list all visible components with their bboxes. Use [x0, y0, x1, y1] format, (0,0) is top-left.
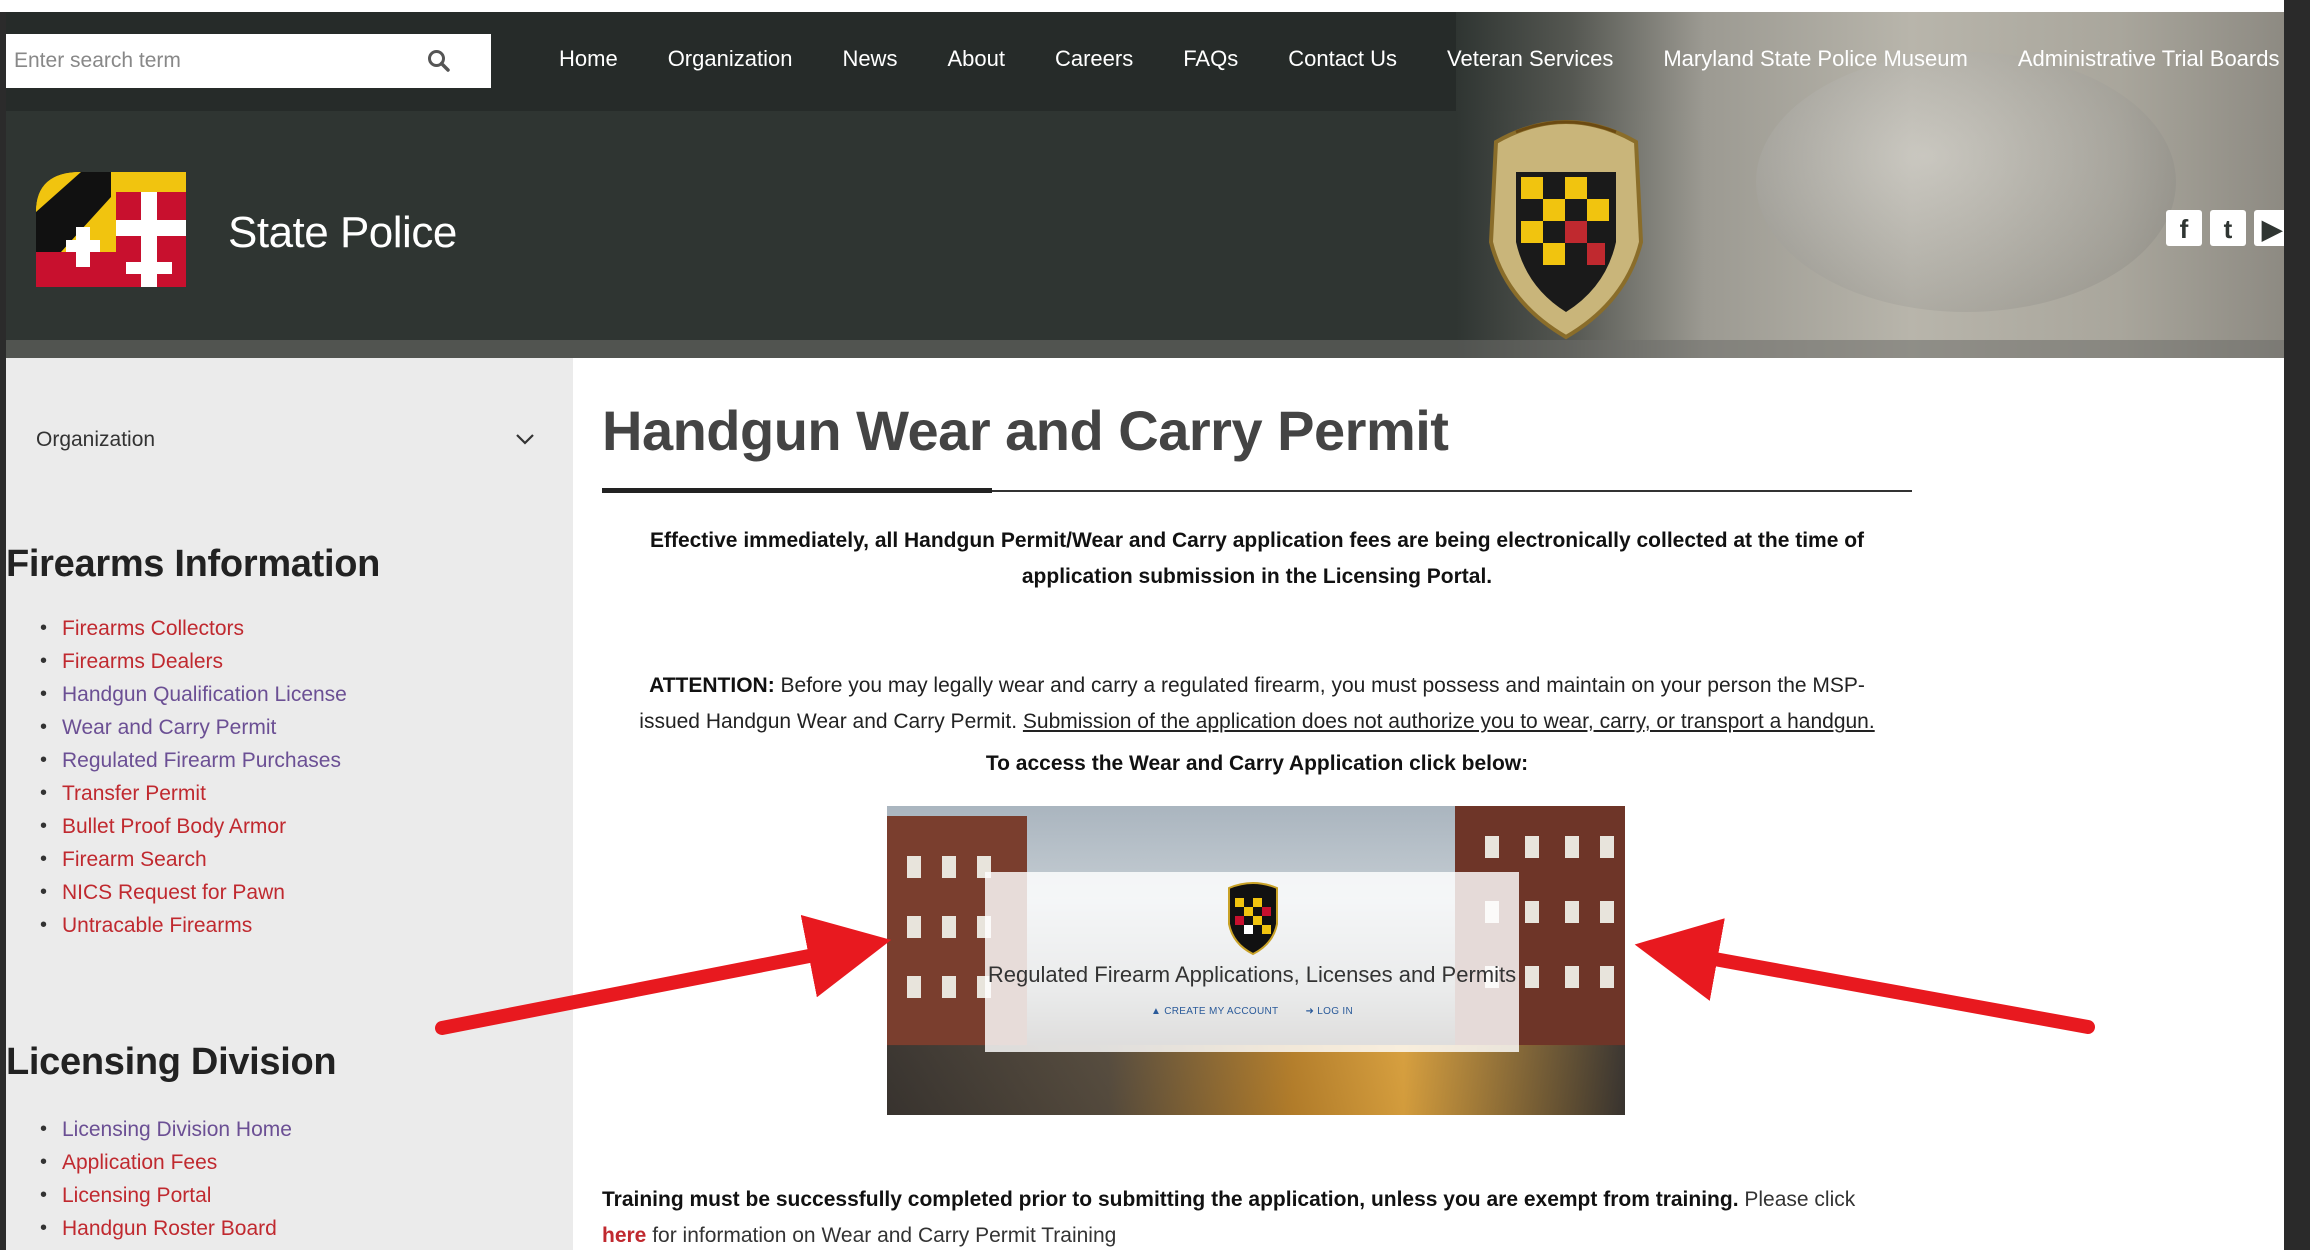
right-edge-shadow — [2284, 0, 2310, 1250]
list-item: Licensing Division Home — [40, 1113, 292, 1146]
list-item: Firearms Dealers — [40, 645, 347, 678]
list-item: Firearms Collectors — [40, 612, 347, 645]
training-here-link[interactable]: here — [602, 1224, 646, 1247]
licensing-division-heading: Licensing Division — [6, 1041, 337, 1083]
firearms-info-heading: Firearms Information — [6, 543, 381, 585]
link-licensing-portal[interactable]: Licensing Portal — [62, 1184, 211, 1207]
sidebar: Organization Firearms Information Firear… — [6, 358, 573, 1250]
organization-dropdown[interactable]: Organization — [36, 428, 536, 458]
organization-dropdown-label: Organization — [36, 428, 156, 451]
link-regulated-firearm-purchases[interactable]: Regulated Firearm Purchases — [62, 749, 341, 772]
search-input[interactable] — [6, 34, 406, 88]
twitter-icon[interactable]: t — [2210, 210, 2246, 246]
banner-road-lights — [887, 1045, 1625, 1115]
training-notice: Training must be successfully completed … — [602, 1182, 1912, 1250]
list-item: Handgun Roster Board — [40, 1212, 292, 1245]
firearms-info-list: Firearms Collectors Firearms Dealers Han… — [40, 612, 347, 942]
licensing-portal-banner-link[interactable]: Regulated Firearm Applications, Licenses… — [887, 806, 1625, 1115]
link-transfer-permit[interactable]: Transfer Permit — [62, 782, 206, 805]
maryland-flag-logo-icon[interactable] — [36, 172, 186, 287]
main-nav: Home Organization News About Careers FAQ… — [559, 46, 2279, 72]
list-item: Application Fees — [40, 1146, 292, 1179]
fee-notice-line1: Effective immediately, all Handgun Permi… — [649, 529, 1865, 552]
screenshot-frame: Home Organization News About Careers FAQ… — [0, 0, 2310, 1250]
banner-account-links: ▲ CREATE MY ACCOUNT ➜ LOG IN — [985, 1006, 1519, 1017]
link-bullet-proof-body-armor[interactable]: Bullet Proof Body Armor — [62, 815, 286, 838]
youtube-icon[interactable]: ▶ — [2254, 210, 2284, 246]
link-firearm-search[interactable]: Firearm Search — [62, 848, 207, 871]
nav-contact-us[interactable]: Contact Us — [1288, 46, 1397, 72]
attention-label: ATTENTION: — [649, 674, 775, 697]
list-item: Handgun Qualification License — [40, 678, 347, 711]
attention-text-2: issued Handgun Wear and Carry Permit. — [639, 710, 1023, 733]
police-patch-image — [1488, 120, 1644, 340]
link-handgun-qualification-license[interactable]: Handgun Qualification License — [62, 683, 347, 706]
facebook-icon[interactable]: f — [2166, 210, 2202, 246]
nav-home[interactable]: Home — [559, 46, 618, 72]
nav-administrative-trial-boards[interactable]: Administrative Trial Boards — [2018, 46, 2280, 72]
nav-careers[interactable]: Careers — [1055, 46, 1133, 72]
list-item: Transfer Permit — [40, 777, 347, 810]
banner-card: Regulated Firearm Applications, Licenses… — [985, 872, 1519, 1052]
fee-notice-line2: application submission in the Licensing … — [1021, 565, 1493, 588]
link-firearms-dealers[interactable]: Firearms Dealers — [62, 650, 223, 673]
link-firearms-collectors[interactable]: Firearms Collectors — [62, 617, 244, 640]
chevron-down-icon[interactable] — [514, 428, 536, 450]
nav-state-police-museum[interactable]: Maryland State Police Museum — [1663, 46, 1967, 72]
access-instruction: To access the Wear and Carry Application… — [985, 752, 1529, 775]
list-item: Wear and Carry Permit — [40, 711, 347, 744]
create-account-link[interactable]: ▲ CREATE MY ACCOUNT — [1151, 1006, 1278, 1017]
nav-news[interactable]: News — [842, 46, 897, 72]
fee-notice: Effective immediately, all Handgun Permi… — [602, 523, 1912, 595]
attention-notice: ATTENTION: Before you may legally wear a… — [602, 668, 1912, 740]
licensing-division-list: Licensing Division Home Application Fees… — [40, 1113, 292, 1245]
nav-organization[interactable]: Organization — [668, 46, 793, 72]
list-item: Licensing Portal — [40, 1179, 292, 1212]
list-item: Untracable Firearms — [40, 909, 347, 942]
title-divider-accent — [602, 488, 992, 493]
msp-shield-icon — [1228, 882, 1278, 956]
login-link[interactable]: ➜ LOG IN — [1306, 1006, 1353, 1017]
page-title: Handgun Wear and Carry Permit — [602, 399, 1449, 462]
attention-text-1: Before you may legally wear and carry a … — [774, 674, 1865, 697]
link-application-fees[interactable]: Application Fees — [62, 1151, 217, 1174]
list-item: NICS Request for Pawn — [40, 876, 347, 909]
header-bottom-strip — [6, 340, 2284, 358]
attention-underlined-text: Submission of the application does not a… — [1022, 710, 1875, 733]
nav-about[interactable]: About — [947, 46, 1005, 72]
link-untracable-firearms[interactable]: Untracable Firearms — [62, 914, 252, 937]
nav-veteran-services[interactable]: Veteran Services — [1447, 46, 1613, 72]
banner-title: Regulated Firearm Applications, Licenses… — [987, 962, 1517, 987]
list-item: Bullet Proof Body Armor — [40, 810, 347, 843]
site-header: Home Organization News About Careers FAQ… — [6, 12, 2284, 358]
list-item: Regulated Firearm Purchases — [40, 744, 347, 777]
link-handgun-roster-board[interactable]: Handgun Roster Board — [62, 1217, 277, 1240]
search-icon[interactable] — [426, 48, 452, 74]
training-text-2: for information on Wear and Carry Permit… — [646, 1224, 1117, 1247]
social-links: f t ▶ — [2166, 210, 2284, 246]
link-licensing-division-home[interactable]: Licensing Division Home — [62, 1118, 292, 1141]
nav-faqs[interactable]: FAQs — [1183, 46, 1238, 72]
top-border — [0, 0, 2284, 12]
search-box — [6, 34, 491, 88]
list-item: Firearm Search — [40, 843, 347, 876]
training-text: Please click — [1738, 1188, 1856, 1211]
browser-page: Home Organization News About Careers FAQ… — [6, 12, 2284, 1250]
site-brand-title[interactable]: State Police — [228, 208, 457, 258]
link-wear-and-carry-permit[interactable]: Wear and Carry Permit — [62, 716, 276, 739]
link-nics-request-for-pawn[interactable]: NICS Request for Pawn — [62, 881, 285, 904]
training-bold-text: Training must be successfully completed … — [602, 1188, 1739, 1211]
